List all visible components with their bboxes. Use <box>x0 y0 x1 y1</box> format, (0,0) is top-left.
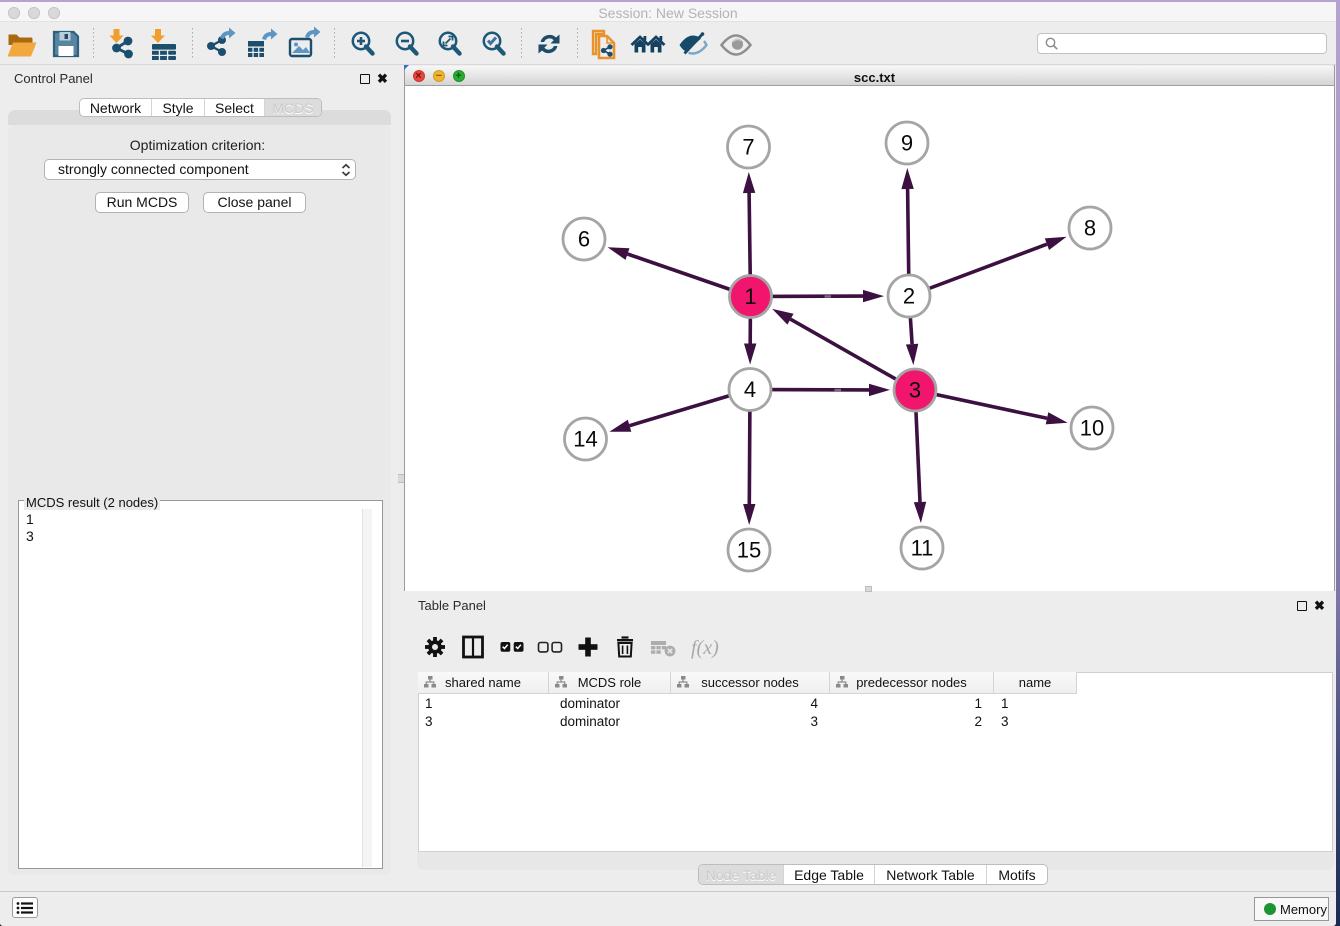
svg-text:4: 4 <box>744 377 756 402</box>
svg-text:6: 6 <box>578 227 590 252</box>
svg-text:2: 2 <box>903 284 915 309</box>
svg-text:3: 3 <box>909 378 921 403</box>
svg-text:f(x): f(x) <box>691 637 719 659</box>
svg-text:9: 9 <box>901 131 913 156</box>
svg-text:8: 8 <box>1084 216 1096 241</box>
svg-text:15: 15 <box>737 538 761 563</box>
svg-text:14: 14 <box>573 427 597 452</box>
svg-text:10: 10 <box>1080 416 1104 441</box>
svg-text:1: 1 <box>744 284 756 309</box>
svg-text:11: 11 <box>911 536 934 561</box>
svg-text:7: 7 <box>742 135 754 160</box>
